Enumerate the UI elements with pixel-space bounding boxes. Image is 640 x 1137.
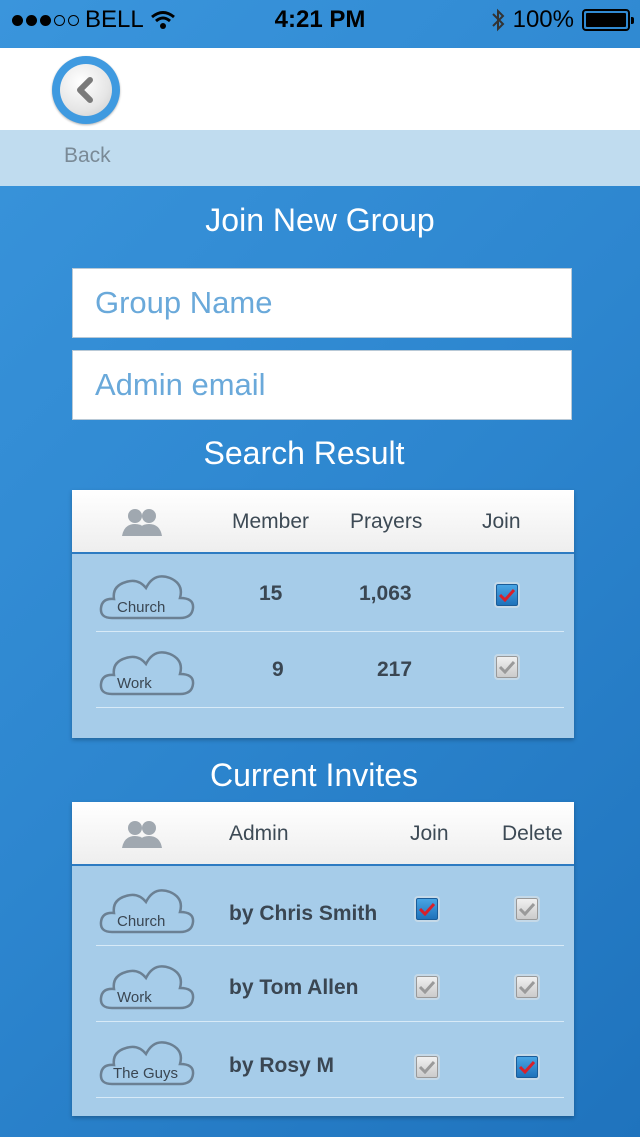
table-row: The Guys by Rosy M xyxy=(96,1022,564,1098)
delete-checkbox[interactable] xyxy=(514,974,540,1000)
current-invites-table: Admin Join Delete Church by Chris Smith … xyxy=(72,802,574,1116)
current-invites-header: Admin Join Delete xyxy=(72,802,574,866)
chevron-left-icon xyxy=(77,77,93,103)
cloud-icon: Work xyxy=(99,651,195,696)
join-group-title: Join New Group xyxy=(205,202,435,238)
group-name-input[interactable]: Group Name xyxy=(72,268,572,338)
nav-bar xyxy=(0,48,640,130)
bluetooth-icon xyxy=(491,8,505,32)
status-bar: BELL 4:21 PM 100% xyxy=(0,0,640,44)
back-button[interactable] xyxy=(52,56,120,124)
member-count: 9 xyxy=(272,658,284,681)
delete-header: Delete xyxy=(502,822,563,845)
join-checkbox[interactable] xyxy=(494,582,520,608)
member-header: Member xyxy=(232,510,310,533)
checkmark-icon xyxy=(498,588,516,602)
join-checkbox[interactable] xyxy=(414,1054,440,1080)
people-icon xyxy=(122,509,162,536)
prayer-count: 1,063 xyxy=(359,582,412,605)
table-row: Church by Chris Smith xyxy=(96,870,564,946)
checkmark-icon xyxy=(518,902,536,916)
admin-name: by Chris Smith xyxy=(229,902,378,925)
checkmark-icon xyxy=(518,1060,536,1074)
checkmark-icon xyxy=(518,980,536,994)
signal-strength-icon xyxy=(12,14,79,26)
member-count: 15 xyxy=(259,582,283,605)
group-label: The Guys xyxy=(113,1065,178,1082)
group-label: Church xyxy=(117,913,165,930)
cloud-icon: Church xyxy=(99,575,195,620)
delete-checkbox[interactable] xyxy=(514,896,540,922)
battery-percent: 100% xyxy=(512,6,574,33)
group-label: Church xyxy=(117,599,165,616)
back-label[interactable]: Back xyxy=(64,144,111,168)
join-checkbox[interactable] xyxy=(414,896,440,922)
prayers-header: Prayers xyxy=(350,510,423,533)
sub-nav: Back xyxy=(0,130,640,186)
checkmark-icon xyxy=(498,660,516,674)
cloud-icon: The Guys xyxy=(99,1041,195,1086)
status-left: BELL xyxy=(12,6,176,34)
checkmark-icon xyxy=(418,980,436,994)
join-checkbox[interactable] xyxy=(414,974,440,1000)
table-row: Work by Tom Allen xyxy=(96,946,564,1022)
checkmark-icon xyxy=(418,902,436,916)
group-label: Work xyxy=(117,675,152,692)
wifi-icon xyxy=(150,11,175,29)
table-row: Work 9 217 xyxy=(96,632,564,708)
cloud-icon: Church xyxy=(99,889,195,934)
current-invites-title: Current Invites xyxy=(209,757,419,793)
delete-checkbox[interactable] xyxy=(514,1054,540,1080)
carrier-label: BELL xyxy=(85,6,144,33)
cloud-icon: Work xyxy=(99,965,195,1010)
prayer-count: 217 xyxy=(377,658,413,681)
join-header: Join xyxy=(410,822,449,845)
search-result-table: Member Prayers Join Church 15 1,063 Work… xyxy=(72,490,574,738)
search-result-title: Search Result xyxy=(203,435,405,471)
admin-header: Admin xyxy=(229,822,289,845)
checkmark-icon xyxy=(418,1060,436,1074)
table-row: Church 15 1,063 xyxy=(96,556,564,632)
join-checkbox[interactable] xyxy=(494,654,520,680)
admin-email-input[interactable]: Admin email xyxy=(72,350,572,420)
people-icon xyxy=(122,821,162,848)
status-right: 100% xyxy=(491,6,634,34)
admin-name: by Rosy M xyxy=(229,1054,335,1077)
battery-icon xyxy=(582,9,634,31)
admin-name: by Tom Allen xyxy=(229,976,359,999)
join-header: Join xyxy=(482,510,521,533)
search-result-header: Member Prayers Join xyxy=(72,490,574,554)
group-label: Work xyxy=(117,989,152,1006)
